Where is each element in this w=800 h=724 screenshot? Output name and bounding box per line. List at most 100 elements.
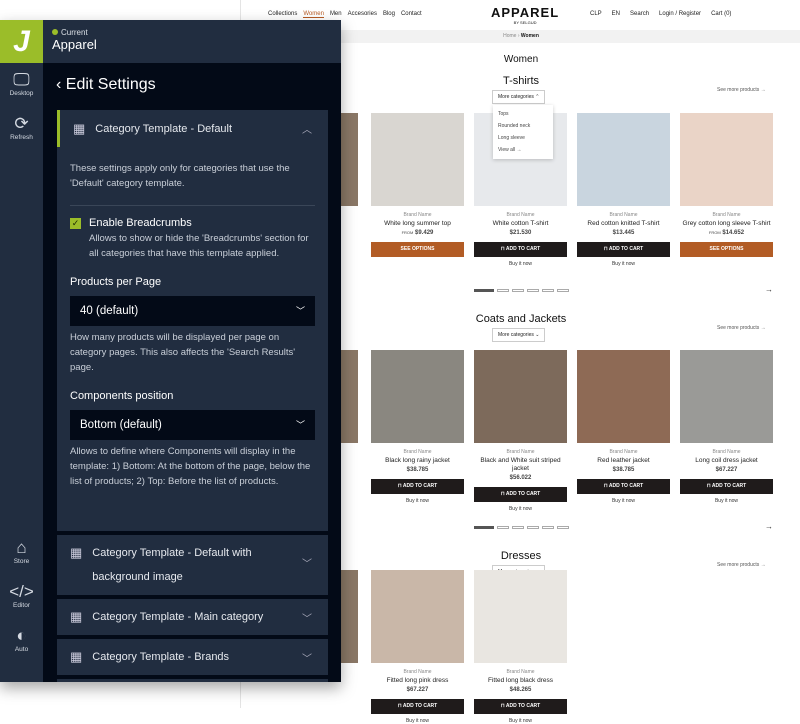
buy-now-link[interactable]: Buy it now [680, 498, 773, 504]
search-link[interactable]: Search [630, 11, 649, 17]
product-name[interactable]: White cotton T-shirt [474, 220, 567, 228]
store-button[interactable]: ⌂ Store [0, 538, 43, 565]
page-dot[interactable] [512, 526, 524, 529]
product-card[interactable]: Brand Name Fitted long pink dress $67.227 ⊓… [371, 570, 464, 724]
breadcrumbs-checkbox[interactable]: ✓ Enable Breadcrumbs [70, 216, 315, 231]
breadcrumb-home[interactable]: Home [503, 33, 516, 39]
product-name[interactable]: Long coil dress jacket [680, 457, 773, 465]
buy-now-link[interactable]: Buy it now [474, 506, 567, 512]
dropdown-item[interactable]: Long sleeve [498, 132, 548, 144]
login-link[interactable]: Login / Register [659, 11, 701, 17]
see-more-link[interactable]: See more products → [717, 325, 766, 331]
page-dot[interactable] [474, 526, 494, 529]
buy-now-link[interactable]: Buy it now [577, 261, 670, 267]
auto-theme-button[interactable]: ◐ Auto [0, 626, 43, 653]
buy-now-link[interactable]: Buy it now [577, 498, 670, 504]
nav-women[interactable]: Women [303, 11, 324, 18]
see-options-button[interactable]: SEE OPTIONS [680, 242, 773, 257]
buy-now-link[interactable]: Buy it now [474, 718, 567, 724]
add-to-cart-button[interactable]: ⊓ ADD TO CART [474, 487, 567, 502]
back-button[interactable]: ‹ Edit Settings [56, 76, 156, 94]
nav-blog[interactable]: Blog [383, 11, 395, 18]
more-categories-button[interactable]: More categories ⌄ [492, 328, 546, 342]
editor-button[interactable]: </> Editor [0, 582, 43, 609]
nav-men[interactable]: Men [330, 11, 342, 18]
product-image[interactable] [371, 570, 464, 663]
see-more-link[interactable]: See more products → [717, 562, 766, 568]
section-brands[interactable]: ▦ Category Template - Brands ﹀ [57, 639, 328, 675]
product-card[interactable]: Brand Name Black and White suit striped j… [474, 350, 567, 512]
chevron-left-icon: ‹ [56, 76, 66, 93]
page-dot[interactable] [542, 526, 554, 529]
desktop-button[interactable]: 🖵 Desktop [0, 70, 43, 97]
section-main-category[interactable]: ▦ Category Template - Main category ﹀ [57, 599, 328, 635]
cart-link[interactable]: Cart (0) [711, 11, 731, 17]
product-name[interactable]: Grey cotton long sleeve T-shirt [680, 220, 773, 228]
language-select[interactable]: EN [612, 11, 620, 17]
product-card[interactable]: Brand Name White long summer top FROM $9.4… [371, 113, 464, 257]
dropdown-item[interactable]: View all → [498, 144, 548, 156]
page-dot[interactable] [527, 289, 539, 292]
product-image[interactable] [474, 350, 567, 443]
product-image[interactable] [680, 113, 773, 206]
add-to-cart-button[interactable]: ⊓ ADD TO CART [371, 479, 464, 494]
nav-contact[interactable]: Contact [401, 11, 422, 18]
product-name[interactable]: Black and White suit striped jacket [474, 457, 567, 473]
page-dot[interactable] [497, 289, 509, 292]
product-image[interactable] [680, 350, 773, 443]
buy-now-link[interactable]: Buy it now [371, 498, 464, 504]
product-image[interactable] [371, 113, 464, 206]
page-dot[interactable] [527, 526, 539, 529]
product-name[interactable]: Black long rainy jacket [371, 457, 464, 465]
refresh-button[interactable]: ⟳ Refresh [0, 114, 43, 141]
section-default-bg[interactable]: ▦ Category Template - Default with backgr… [57, 535, 328, 595]
page-dot[interactable] [557, 526, 569, 529]
arrow-right-icon[interactable]: → [765, 522, 773, 531]
product-card[interactable]: Brand Name Red cotton knitted T-shirt $13.… [577, 113, 670, 267]
currency-select[interactable]: CLP [590, 11, 602, 17]
product-name[interactable]: Red cotton knitted T-shirt [577, 220, 670, 228]
product-image[interactable] [577, 113, 670, 206]
product-image[interactable] [577, 350, 670, 443]
carousel-pagination[interactable] [474, 526, 569, 529]
product-name[interactable]: Fitted long black dress [474, 677, 567, 685]
carousel-pagination[interactable] [474, 289, 569, 292]
product-card[interactable]: Brand Name Grey cotton long sleeve T-shir… [680, 113, 773, 257]
page-dot[interactable] [512, 289, 524, 292]
add-to-cart-label: ADD TO CART [402, 703, 438, 709]
add-to-cart-button[interactable]: ⊓ ADD TO CART [680, 479, 773, 494]
product-image[interactable] [474, 570, 567, 663]
page-dot[interactable] [557, 289, 569, 292]
product-card[interactable]: Brand Name Fitted long black dress $48.265… [474, 570, 567, 724]
section-default[interactable]: ▦ Category Template - Default ︿ [57, 110, 328, 147]
buy-now-link[interactable]: Buy it now [371, 718, 464, 724]
add-to-cart-button[interactable]: ⊓ ADD TO CART [474, 699, 567, 714]
add-to-cart-button[interactable]: ⊓ ADD TO CART [474, 242, 567, 257]
product-card[interactable]: Brand Name Black long rainy jacket $38.785… [371, 350, 464, 504]
nav-collections[interactable]: Collections [268, 11, 297, 18]
product-name[interactable]: Red leather jacket [577, 457, 670, 465]
dropdown-item[interactable]: Tops [498, 108, 548, 120]
see-more-link[interactable]: See more products → [717, 87, 766, 93]
page-dot[interactable] [497, 526, 509, 529]
more-categories-button[interactable]: More categories ⌃ [492, 90, 546, 104]
buy-now-link[interactable]: Buy it now [474, 261, 567, 267]
product-card[interactable]: Brand Name Red leather jacket $38.785 ⊓ ADD… [577, 350, 670, 504]
product-card[interactable]: Brand Name Long coil dress jacket $67.227 ⊓… [680, 350, 773, 504]
store-logo[interactable]: APPAREL BY SELGUD [491, 5, 559, 25]
add-to-cart-button[interactable]: ⊓ ADD TO CART [577, 242, 670, 257]
section-label: Category Template - Default with backgro… [92, 547, 252, 583]
components-position-select[interactable]: Bottom (default) ﹀ [70, 410, 315, 440]
arrow-right-icon[interactable]: → [765, 285, 773, 294]
nav-accessories[interactable]: Accesories [348, 11, 377, 18]
product-image[interactable] [371, 350, 464, 443]
page-dot[interactable] [474, 289, 494, 292]
product-name[interactable]: Fitted long pink dress [371, 677, 464, 685]
products-per-page-select[interactable]: 40 (default) ﹀ [70, 296, 315, 326]
dropdown-item[interactable]: Rounded neck [498, 120, 548, 132]
product-name[interactable]: White long summer top [371, 220, 464, 228]
add-to-cart-button[interactable]: ⊓ ADD TO CART [371, 699, 464, 714]
page-dot[interactable] [542, 289, 554, 292]
see-options-button[interactable]: SEE OPTIONS [371, 242, 464, 257]
add-to-cart-button[interactable]: ⊓ ADD TO CART [577, 479, 670, 494]
